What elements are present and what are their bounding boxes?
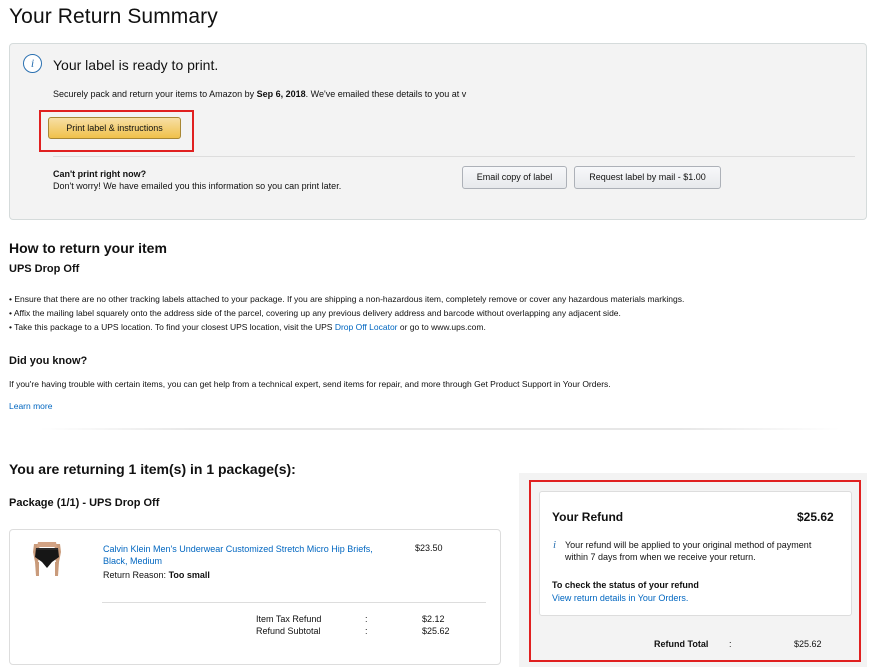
- request-label-by-mail-button[interactable]: Request label by mail - $1.00: [574, 166, 721, 189]
- print-label-button[interactable]: Print label & instructions: [48, 117, 181, 139]
- cant-print-body: Don't worry! We have emailed you this in…: [53, 181, 342, 191]
- package-heading: Package (1/1) - UPS Drop Off: [9, 497, 160, 509]
- instruction-bullet: • Take this package to a UPS location. T…: [9, 322, 486, 332]
- refund-highlight: [529, 480, 861, 662]
- instruction-bullet: • Affix the mailing label squarely onto …: [9, 308, 621, 318]
- cant-print-heading: Can't print right now?: [53, 169, 147, 179]
- info-icon: i: [23, 54, 42, 73]
- alert-heading: Your label is ready to print.: [53, 57, 219, 73]
- email-label-button[interactable]: Email copy of label: [462, 166, 567, 189]
- summary-colon: :: [365, 626, 368, 636]
- item-price: $23.50: [415, 543, 443, 553]
- page-title: Your Return Summary: [9, 5, 218, 28]
- section-divider: [40, 428, 840, 430]
- return-reason-value: Too small: [168, 570, 210, 580]
- bullet-3-prefix: • Take this package to a UPS location. T…: [9, 322, 335, 332]
- how-to-return-heading: How to return your item: [9, 240, 167, 256]
- return-reason: Return Reason: Too small: [103, 570, 210, 580]
- refund-subtotal-label: Refund Subtotal: [256, 626, 321, 636]
- summary-colon: :: [365, 614, 368, 624]
- item-tax-refund-label: Item Tax Refund: [256, 614, 322, 624]
- did-you-know-body: If you're having trouble with certain it…: [9, 379, 611, 389]
- did-you-know-heading: Did you know?: [9, 355, 88, 367]
- item-divider: [102, 602, 486, 603]
- instruction-bullet: • Ensure that there are no other trackin…: [9, 294, 685, 304]
- returning-heading: You are returning 1 item(s) in 1 package…: [9, 461, 296, 477]
- product-title-link[interactable]: Calvin Klein Men's Underwear Customized …: [103, 543, 373, 567]
- alert-body-suffix: . We've emailed these details to you at …: [305, 89, 467, 99]
- alert-body-prefix: Securely pack and return your items to A…: [53, 89, 257, 99]
- item-tax-refund-value: $2.12: [422, 614, 445, 624]
- learn-more-link[interactable]: Learn more: [9, 401, 52, 411]
- return-method-heading: UPS Drop Off: [9, 263, 80, 275]
- refund-subtotal-value: $25.62: [422, 626, 450, 636]
- return-reason-label: Return Reason:: [103, 570, 167, 580]
- return-item-card: Calvin Klein Men's Underwear Customized …: [9, 529, 501, 665]
- product-image[interactable]: [26, 540, 68, 582]
- return-deadline: Sep 6, 2018: [256, 89, 306, 99]
- label-ready-alert: i Your label is ready to print. Securely…: [9, 43, 867, 220]
- alert-divider: [53, 156, 855, 157]
- drop-off-locator-link[interactable]: Drop Off Locator: [335, 322, 398, 332]
- alert-body: Securely pack and return your items to A…: [53, 89, 466, 99]
- bullet-3-suffix: or go to www.ups.com.: [397, 322, 486, 332]
